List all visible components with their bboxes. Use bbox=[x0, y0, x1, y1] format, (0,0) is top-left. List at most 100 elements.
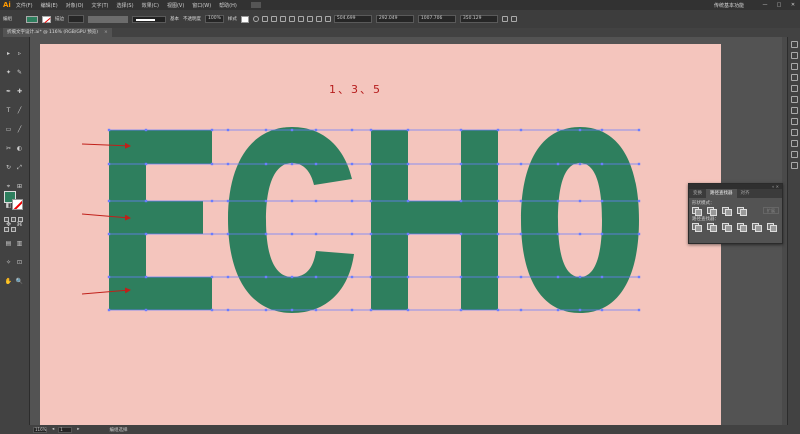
prev-artboard-icon[interactable]: ◂ bbox=[52, 427, 54, 432]
anchor-point[interactable] bbox=[314, 308, 318, 312]
anchor-point[interactable] bbox=[556, 232, 560, 236]
anchor-point[interactable] bbox=[290, 232, 294, 236]
menu-object[interactable]: 对象(O) bbox=[66, 2, 84, 9]
tool-icon-9[interactable]: ╱ bbox=[14, 125, 25, 134]
align-left-icon[interactable] bbox=[261, 16, 268, 22]
zoom-field[interactable]: 116% bbox=[33, 426, 47, 433]
anchor-point[interactable] bbox=[314, 275, 318, 279]
align-top-icon[interactable] bbox=[288, 16, 295, 22]
anchor-point[interactable] bbox=[369, 128, 373, 132]
anchor-point[interactable] bbox=[556, 199, 560, 203]
letter-h[interactable] bbox=[371, 130, 498, 310]
opacity-field[interactable]: 100% bbox=[205, 15, 224, 23]
anchor-point[interactable] bbox=[556, 128, 560, 132]
anchor-point[interactable] bbox=[290, 199, 294, 203]
menu-icon[interactable] bbox=[510, 16, 517, 22]
minimize-button[interactable]: — bbox=[758, 2, 772, 8]
anchor-point[interactable] bbox=[210, 232, 214, 236]
tool-icon-20[interactable]: ▤ bbox=[3, 239, 14, 248]
workspace-switcher[interactable]: 传统基本功能 bbox=[714, 2, 744, 9]
anchor-point[interactable] bbox=[459, 275, 463, 279]
anchor-point[interactable] bbox=[519, 199, 523, 203]
menu-select[interactable]: 选择(S) bbox=[116, 2, 133, 9]
tab-pathfinder[interactable]: 路径查找器 bbox=[706, 189, 737, 198]
minus-front-icon[interactable] bbox=[707, 207, 717, 216]
artboard-number-field[interactable]: 1 bbox=[58, 426, 73, 433]
anchor-point[interactable] bbox=[290, 128, 294, 132]
height-field[interactable]: 350.129 bbox=[459, 15, 498, 23]
anchor-point[interactable] bbox=[350, 128, 354, 132]
crop-icon[interactable] bbox=[737, 223, 747, 232]
anchor-point[interactable] bbox=[406, 128, 410, 132]
brushes-panel-icon[interactable] bbox=[790, 63, 798, 70]
anchor-point[interactable] bbox=[637, 128, 641, 132]
transform-icon[interactable] bbox=[324, 16, 331, 22]
anchor-point[interactable] bbox=[226, 308, 230, 312]
anchor-point[interactable] bbox=[600, 162, 604, 166]
minus-back-icon[interactable] bbox=[767, 223, 777, 232]
anchor-point[interactable] bbox=[314, 232, 318, 236]
anchor-point[interactable] bbox=[600, 275, 604, 279]
anchor-point[interactable] bbox=[210, 199, 214, 203]
anchor-point[interactable] bbox=[578, 162, 582, 166]
tab-transform[interactable]: 变换 bbox=[689, 189, 706, 198]
anchor-point[interactable] bbox=[314, 128, 318, 132]
menu-view[interactable]: 视图(V) bbox=[167, 2, 184, 9]
tool-icon-7[interactable]: ╱ bbox=[14, 106, 25, 115]
anchor-point[interactable] bbox=[496, 128, 500, 132]
anchor-point[interactable] bbox=[290, 275, 294, 279]
anchor-point[interactable] bbox=[350, 162, 354, 166]
anchor-point[interactable] bbox=[314, 199, 318, 203]
anchor-point[interactable] bbox=[210, 128, 214, 132]
document-tab[interactable]: 折痕文字设计.ai* @ 116% (RGB/GPU 预览) × bbox=[3, 28, 112, 37]
tool-icon-3[interactable]: ✎ bbox=[14, 68, 25, 77]
unite-icon[interactable] bbox=[692, 207, 702, 216]
tool-icon-14[interactable]: ⌖ bbox=[3, 182, 14, 191]
link-proportions-icon[interactable] bbox=[501, 16, 508, 22]
anchor-point[interactable] bbox=[637, 162, 641, 166]
anchor-point[interactable] bbox=[556, 275, 560, 279]
anchor-point[interactable] bbox=[496, 162, 500, 166]
anchor-point[interactable] bbox=[600, 128, 604, 132]
links-panel-icon[interactable] bbox=[790, 162, 798, 169]
close-tab-icon[interactable]: × bbox=[104, 30, 108, 35]
anchor-point[interactable] bbox=[226, 128, 230, 132]
anchor-point[interactable] bbox=[406, 275, 410, 279]
anchor-point[interactable] bbox=[107, 308, 111, 312]
menu-type[interactable]: 文字(T) bbox=[92, 2, 109, 9]
menu-effect[interactable]: 效果(C) bbox=[142, 2, 159, 9]
anchor-point[interactable] bbox=[264, 308, 268, 312]
tool-icon-11[interactable]: ◐ bbox=[14, 144, 25, 153]
divide-icon[interactable] bbox=[692, 223, 702, 232]
anchor-point[interactable] bbox=[637, 308, 641, 312]
tool-icon-13[interactable]: ⤢ bbox=[14, 163, 25, 172]
anchor-point[interactable] bbox=[226, 199, 230, 203]
tool-icon-2[interactable]: ✦ bbox=[3, 68, 14, 77]
tool-icon-4[interactable]: ✒ bbox=[3, 87, 14, 96]
x-field[interactable]: 504.699 bbox=[333, 15, 372, 23]
anchor-point[interactable] bbox=[519, 162, 523, 166]
menu-file[interactable]: 文件(F) bbox=[16, 2, 33, 9]
anchor-point[interactable] bbox=[496, 199, 500, 203]
trim-icon[interactable] bbox=[707, 223, 717, 232]
anchor-point[interactable] bbox=[406, 162, 410, 166]
outline-icon[interactable] bbox=[752, 223, 762, 232]
color-icon[interactable] bbox=[4, 217, 9, 222]
anchor-point[interactable] bbox=[226, 162, 230, 166]
tool-icon-24[interactable]: ✋ bbox=[3, 277, 14, 286]
tool-icon-1[interactable]: ▹ bbox=[14, 49, 25, 58]
anchor-point[interactable] bbox=[369, 162, 373, 166]
anchor-point[interactable] bbox=[496, 275, 500, 279]
symbols-panel-icon[interactable] bbox=[790, 74, 798, 81]
anchor-point[interactable] bbox=[637, 232, 641, 236]
anchor-point[interactable] bbox=[210, 308, 214, 312]
anchor-point[interactable] bbox=[264, 232, 268, 236]
next-artboard-icon[interactable]: ▸ bbox=[77, 427, 79, 432]
anchor-point[interactable] bbox=[637, 275, 641, 279]
tool-icon-8[interactable]: ▭ bbox=[3, 125, 14, 134]
anchor-point[interactable] bbox=[459, 199, 463, 203]
letter-e[interactable] bbox=[109, 130, 212, 310]
align-right-icon[interactable] bbox=[279, 16, 286, 22]
anchor-point[interactable] bbox=[496, 308, 500, 312]
anchor-point[interactable] bbox=[496, 232, 500, 236]
